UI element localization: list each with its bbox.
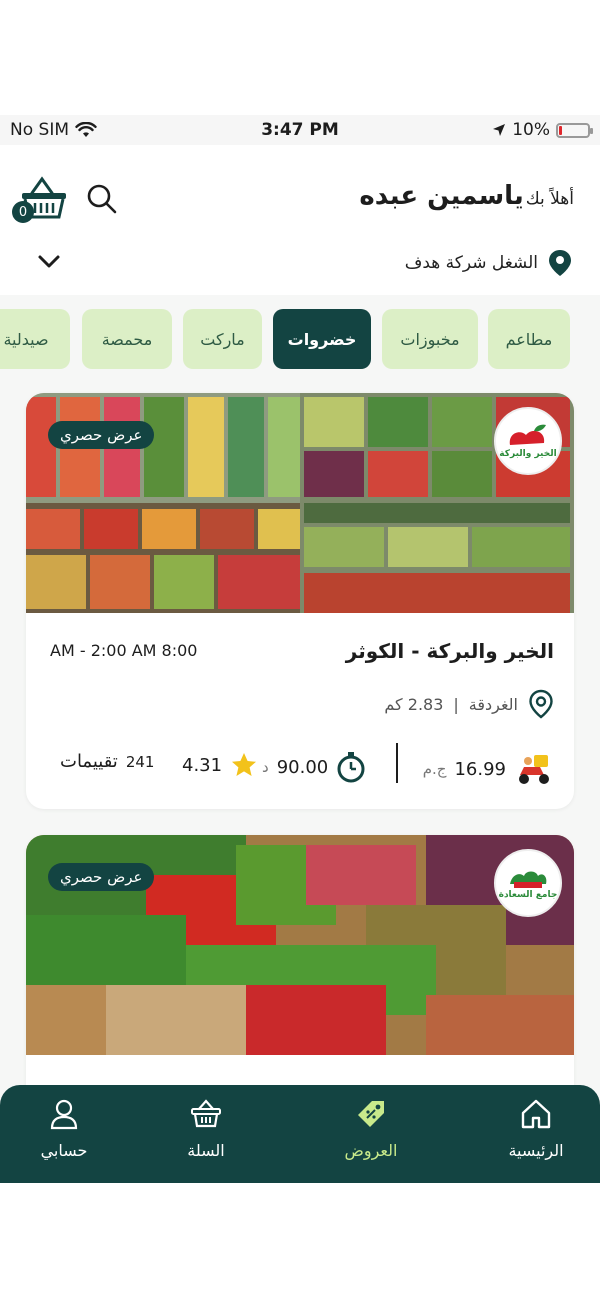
user-name: ياسمين عبده: [359, 181, 524, 211]
store-logo-text: جامع السعادة: [498, 890, 558, 900]
cart-count-badge: 0: [12, 201, 34, 223]
delivery-time-value: 90.00: [276, 756, 329, 778]
greeting: أهلاً بك ياسمين عبده: [359, 181, 574, 211]
status-right: 10%: [492, 120, 593, 140]
category-roastery[interactable]: محمصة: [82, 309, 172, 369]
location-arrow-icon: [493, 124, 506, 136]
store-card[interactable]: عرض حصري الخير والبركة الخير والبركة - ا…: [26, 393, 574, 809]
tab-offers[interactable]: العروض: [311, 1097, 431, 1177]
address-separator: |: [453, 694, 459, 714]
category-market[interactable]: ماركت: [183, 309, 262, 369]
home-icon: [521, 1099, 551, 1129]
store-reviews: تقييمات 241: [60, 751, 154, 772]
delivery-fee-value: 16.99: [454, 758, 506, 780]
exclusive-offer-badge: عرض حصري: [48, 421, 155, 449]
app-screen: أهلاً بك ياسمين عبده 0 الشغل شركة هدف مط…: [0, 145, 600, 1183]
store-logo-text: الخير والبركة: [499, 449, 557, 459]
search-icon: [87, 184, 117, 214]
tab-account-label: حسابي: [40, 1141, 88, 1160]
stats-divider: [396, 743, 398, 783]
store-name: الخير والبركة - الكوثر: [345, 639, 554, 663]
bottom-tab-bar: الرئيسية العروض السلة حسابي: [0, 1085, 600, 1183]
greeting-label: أهلاً بك: [525, 189, 574, 209]
tab-offers-label: العروض: [344, 1141, 398, 1160]
store-logo: الخير والبركة: [494, 407, 562, 475]
store-rating: 4.31: [182, 751, 258, 779]
delivery-location[interactable]: الشغل شركة هدف: [405, 249, 572, 277]
header: أهلاً بك ياسمين عبده 0 الشغل شركة هدف: [0, 145, 600, 295]
store-image: عرض حصري جامع السعادة: [26, 835, 574, 1055]
stopwatch-icon: [337, 752, 365, 783]
location-pin-icon: [549, 250, 571, 276]
store-logo: جامع السعادة: [494, 849, 562, 917]
discount-tag-icon: [358, 1101, 384, 1127]
battery-label: 10%: [512, 120, 550, 140]
cart-button[interactable]: 0: [12, 175, 72, 223]
store-hours: AM - 2:00 AM 8:00: [50, 641, 198, 660]
category-chips: مطاعم مخبوزات خضروات ماركت محمصة صيدلية: [0, 309, 600, 369]
store-address: الغردقة | 2.83 كم: [384, 689, 554, 719]
tab-home-label: الرئيسية: [508, 1141, 564, 1160]
exclusive-offer-badge: عرض حصري: [48, 863, 155, 891]
category-restaurants[interactable]: مطاعم: [488, 309, 570, 369]
chevron-down-icon: [38, 255, 60, 268]
delivery-time: د 90.00: [262, 751, 366, 783]
rating-value: 4.31: [182, 754, 223, 776]
reviews-count: 241: [125, 752, 155, 771]
tab-cart-label: السلة: [187, 1141, 225, 1160]
delivery-currency: ج.م: [422, 760, 447, 778]
store-city: الغردقة: [468, 694, 518, 714]
tab-account[interactable]: حسابي: [4, 1097, 124, 1177]
delivery-fee: ج.م 16.99: [423, 751, 554, 787]
store-logo-mark: [510, 871, 547, 888]
reviews-label: تقييمات: [60, 751, 118, 772]
category-vegetables[interactable]: خضروات: [273, 309, 371, 369]
delivery-scooter-icon: [519, 755, 549, 784]
tab-cart[interactable]: السلة: [146, 1097, 266, 1177]
tab-home[interactable]: الرئيسية: [476, 1097, 596, 1177]
time-unit: د: [262, 758, 269, 776]
location-dropdown-button[interactable]: [36, 251, 62, 271]
store-distance: 2.83 كم: [384, 694, 444, 714]
user-icon: [50, 1099, 78, 1130]
location-pin-outline-icon: [529, 689, 553, 719]
star-icon: [232, 753, 257, 776]
basket-icon: [191, 1099, 221, 1128]
search-button[interactable]: [86, 183, 118, 215]
battery-icon: [556, 122, 593, 138]
store-logo-mark: [509, 424, 546, 445]
status-bar: No SIM 3:47 PM 10%: [0, 115, 600, 145]
store-stats: ج.م 16.99 د 90.00 4.31 تقييمات 241: [26, 743, 574, 789]
location-label: الشغل شركة هدف: [404, 253, 538, 273]
category-pharmacy[interactable]: صيدلية: [0, 309, 70, 369]
category-bakery[interactable]: مخبوزات: [382, 309, 478, 369]
store-image: عرض حصري الخير والبركة: [26, 393, 574, 613]
